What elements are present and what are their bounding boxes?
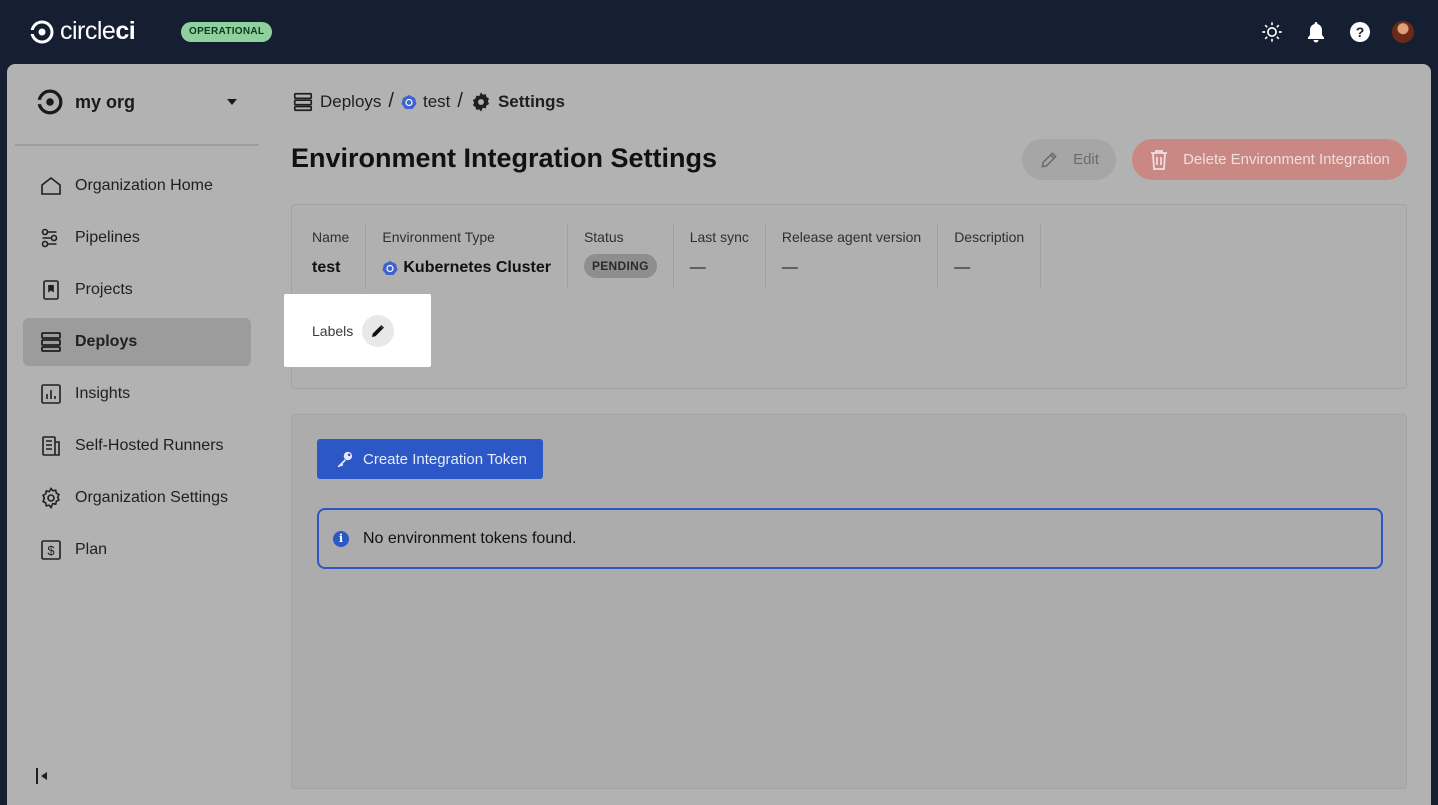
brand-name: circleci bbox=[60, 17, 136, 45]
integration-tokens-card: Create Integration Token i No environmen… bbox=[291, 414, 1407, 789]
field-status: Status PENDING bbox=[568, 223, 674, 289]
bell-icon[interactable] bbox=[1304, 20, 1328, 44]
sidebar-item-label: Projects bbox=[75, 281, 133, 298]
deploys-icon bbox=[293, 92, 313, 111]
sidebar-nav: Organization Home Pipelines Projects Dep… bbox=[23, 162, 251, 578]
insights-icon bbox=[41, 384, 61, 404]
environment-details-card: Name test Environment Type Kubernetes Cl… bbox=[284, 204, 1407, 389]
create-integration-token-button[interactable]: Create Integration Token bbox=[317, 439, 543, 479]
sidebar-item-pipelines[interactable]: Pipelines bbox=[23, 214, 251, 262]
projects-icon bbox=[43, 280, 59, 300]
pencil-icon bbox=[1041, 151, 1057, 168]
kubernetes-icon bbox=[382, 261, 398, 275]
field-label: Description bbox=[954, 229, 1025, 245]
breadcrumb-current: Settings bbox=[497, 91, 566, 111]
sidebar-item-label: Plan bbox=[75, 541, 108, 558]
circleci-logo-icon bbox=[30, 20, 54, 43]
top-bar: circleci OPERATIONAL ? bbox=[0, 0, 1438, 64]
main-panel: my org Organization Home Pipelines Proje… bbox=[7, 64, 1431, 805]
trash-icon bbox=[1151, 149, 1168, 170]
chevron-down-icon bbox=[227, 99, 237, 105]
pipelines-icon bbox=[41, 228, 58, 248]
sidebar-item-label: Organization Home bbox=[75, 177, 213, 194]
breadcrumb: Deploys / test / Settings bbox=[292, 90, 565, 113]
gear-icon bbox=[42, 487, 60, 510]
labels-label: Labels bbox=[312, 322, 354, 339]
sidebar-item-plan[interactable]: $ Plan bbox=[23, 526, 251, 574]
deploys-icon bbox=[41, 332, 61, 352]
field-value: Kubernetes Cluster bbox=[403, 259, 551, 276]
sidebar-item-projects[interactable]: Projects bbox=[23, 266, 251, 314]
circleci-logo[interactable]: circleci bbox=[30, 17, 136, 46]
labels-section: Labels bbox=[284, 294, 431, 367]
delete-environment-integration-button[interactable]: Delete Environment Integration bbox=[1132, 139, 1407, 180]
sidebar-item-organization-home[interactable]: Organization Home bbox=[23, 162, 251, 210]
svg-text:?: ? bbox=[1356, 24, 1365, 40]
info-icon: i bbox=[333, 530, 349, 547]
sidebar-item-label: Self-Hosted Runners bbox=[75, 437, 224, 454]
sidebar-item-insights[interactable]: Insights bbox=[23, 370, 251, 418]
field-environment-type: Environment Type Kubernetes Cluster bbox=[366, 223, 568, 289]
edit-labels-button[interactable] bbox=[362, 314, 395, 347]
runners-icon bbox=[42, 436, 60, 456]
field-label: Release agent version bbox=[781, 229, 922, 245]
breadcrumb-separator: / bbox=[457, 90, 463, 112]
status-badge[interactable]: OPERATIONAL bbox=[181, 22, 273, 42]
sidebar-item-organization-settings[interactable]: Organization Settings bbox=[23, 474, 251, 522]
kubernetes-icon bbox=[401, 94, 417, 109]
breadcrumb-separator: / bbox=[388, 90, 394, 112]
circleci-org-icon bbox=[37, 89, 63, 115]
collapse-sidebar-icon[interactable] bbox=[35, 767, 51, 785]
field-value: test bbox=[312, 259, 341, 276]
field-label: Status bbox=[583, 229, 624, 245]
svg-text:$: $ bbox=[47, 543, 55, 558]
org-switcher[interactable]: my org bbox=[37, 89, 237, 115]
page-title: Environment Integration Settings bbox=[291, 143, 718, 173]
delete-button-label: Delete Environment Integration bbox=[1183, 151, 1390, 168]
alert-message: No environment tokens found. bbox=[363, 529, 577, 547]
key-icon bbox=[337, 451, 353, 468]
breadcrumb-env[interactable]: test bbox=[423, 92, 450, 112]
gear-icon bbox=[472, 91, 490, 112]
org-name: my org bbox=[75, 91, 136, 112]
sidebar-item-label: Insights bbox=[75, 385, 131, 402]
edit-button[interactable]: Edit bbox=[1022, 139, 1116, 180]
create-token-label: Create Integration Token bbox=[363, 450, 527, 468]
theme-sun-icon[interactable] bbox=[1260, 20, 1284, 44]
field-value: — bbox=[689, 259, 706, 276]
sidebar-item-label: Organization Settings bbox=[75, 489, 228, 506]
sidebar-divider bbox=[15, 144, 259, 146]
sidebar-item-deploys[interactable]: Deploys bbox=[23, 318, 251, 366]
sidebar-item-label: Pipelines bbox=[75, 229, 140, 246]
field-value: — bbox=[954, 259, 971, 276]
dollar-icon: $ bbox=[41, 540, 61, 560]
sidebar-item-self-hosted-runners[interactable]: Self-Hosted Runners bbox=[23, 422, 251, 470]
breadcrumb-deploys[interactable]: Deploys bbox=[320, 92, 381, 112]
empty-tokens-alert: i No environment tokens found. bbox=[317, 508, 1383, 569]
field-release-agent-version: Release agent version — bbox=[766, 223, 939, 289]
avatar[interactable] bbox=[1392, 21, 1414, 43]
field-value: — bbox=[781, 259, 798, 276]
field-description: Description — bbox=[938, 223, 1042, 289]
field-label: Last sync bbox=[689, 229, 749, 245]
field-last-sync: Last sync — bbox=[674, 223, 766, 289]
field-label: Environment Type bbox=[382, 229, 495, 245]
edit-button-label: Edit bbox=[1073, 151, 1099, 168]
pencil-icon bbox=[372, 324, 385, 337]
field-label: Name bbox=[312, 229, 350, 245]
home-icon bbox=[41, 176, 61, 195]
help-icon[interactable]: ? bbox=[1348, 20, 1372, 44]
field-name: Name test bbox=[312, 223, 367, 289]
sidebar-item-label: Deploys bbox=[75, 333, 138, 350]
status-badge: PENDING bbox=[583, 254, 657, 278]
